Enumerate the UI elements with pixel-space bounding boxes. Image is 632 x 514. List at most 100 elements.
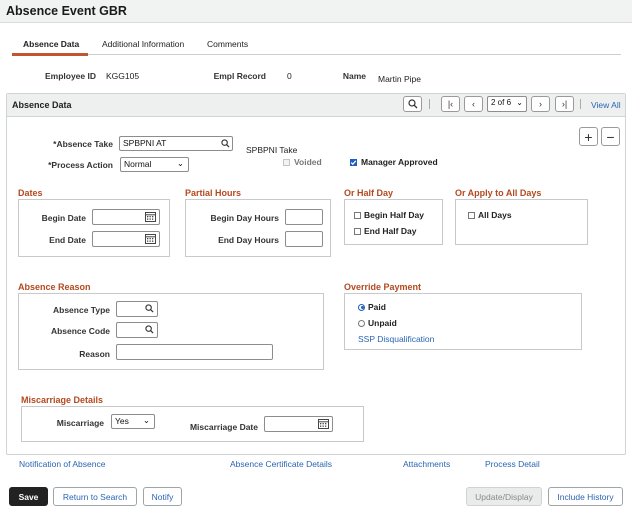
unpaid-label: Unpaid [368,318,397,328]
begin-day-hours-input[interactable] [285,209,323,225]
view-all-link[interactable]: View All [591,100,621,110]
update-display-button[interactable]: Update/Display [466,487,542,506]
absence-take-input[interactable]: SPBPNI AT [119,136,233,151]
all-days-box [455,199,588,245]
unpaid-radio-wrap: Unpaid [358,318,397,328]
reason-label: Reason [79,349,110,359]
reason-input[interactable] [116,344,273,360]
first-page-icon: |‹ [447,99,454,109]
minus-icon: − [606,128,615,145]
end-half-day-wrap: End Half Day [354,226,416,236]
add-row-button[interactable]: + [579,127,598,146]
begin-half-day-wrap: Begin Half Day [354,210,424,220]
manager-approved-label: Manager Approved [361,157,438,167]
return-to-search-button[interactable]: Return to Search [53,487,137,506]
end-half-day-label: End Half Day [364,226,417,236]
miscarriage-select[interactable]: Yes ⌄ [111,414,155,429]
begin-date-label: Begin Date [41,213,86,223]
miscarriage-label: Miscarriage [56,418,104,428]
row-selector-value: 2 of 6 [491,98,512,107]
lookup-icon[interactable] [145,325,154,334]
partial-hours-heading: Partial Hours [185,188,242,198]
tab-absence-data[interactable]: Absence Data [23,39,79,49]
tab-divider [12,54,621,55]
absence-type-label: Absence Type [52,305,110,315]
attachments-link[interactable]: Attachments [403,459,450,469]
search-icon [407,99,418,109]
process-action-value: Normal [124,159,152,169]
process-action-select[interactable]: Normal ⌄ [120,157,189,172]
chevron-left-icon: ‹ [472,99,475,109]
notify-button[interactable]: Notify [143,487,182,506]
delete-row-button[interactable]: − [601,127,620,146]
nav-separator [429,99,430,109]
absence-reason-heading: Absence Reason [18,282,91,292]
active-tab-indicator [12,53,88,56]
end-date-label: End Date [49,235,86,245]
last-page-icon: ›| [561,99,568,109]
chevron-down-icon: ⌄ [142,415,150,425]
paid-radio-wrap: Paid [358,302,386,312]
unpaid-radio[interactable] [358,319,365,327]
absence-take-label: *Absence Take [53,139,113,149]
process-detail-link[interactable]: Process Detail [485,459,540,469]
chevron-down-icon: ⌄ [516,98,523,107]
absence-certificate-details-link[interactable]: Absence Certificate Details [230,459,332,469]
all-days-checkbox[interactable] [468,211,475,219]
begin-half-day-checkbox[interactable] [354,211,361,219]
name-label: Name [342,71,366,81]
tab-comments[interactable]: Comments [207,39,248,49]
lookup-icon[interactable] [145,304,154,313]
override-payment-heading: Override Payment [344,282,422,292]
next-button[interactable]: › [531,96,550,112]
empl-record-value: 0 [287,71,292,81]
end-day-hours-label: End Day Hours [218,235,279,245]
notification-of-absence-link[interactable]: Notification of Absence [19,459,105,469]
all-days-wrap: All Days [468,210,512,220]
employee-id-label: Employee ID [44,71,96,81]
calendar-icon[interactable] [145,211,156,222]
previous-button[interactable]: ‹ [464,96,483,112]
begin-day-hours-label: Begin Day Hours [210,213,280,223]
chevron-down-icon: ⌄ [176,158,184,168]
manager-approved-checkbox[interactable] [350,158,357,166]
first-button[interactable]: |‹ [441,96,460,112]
plus-icon: + [584,128,593,145]
voided-checkbox-wrap: Voided [283,157,322,167]
voided-checkbox[interactable] [283,158,290,166]
partial-hours-box [185,199,331,257]
miscarriage-value: Yes [115,416,129,426]
absence-take-value: SPBPNI AT [123,138,167,148]
voided-label: Voided [294,157,322,167]
end-half-day-checkbox[interactable] [354,227,361,235]
save-button[interactable]: Save [9,487,48,506]
tab-additional-information[interactable]: Additional Information [102,39,184,49]
chevron-right-icon: › [539,99,542,109]
row-selector[interactable]: 2 of 6 ⌄ [487,96,527,112]
include-history-button[interactable]: Include History [548,487,623,506]
paid-radio[interactable] [358,303,365,311]
absence-take-description: SPBPNI Take [246,145,298,155]
panel-title: Absence Data [12,100,72,110]
dates-box [18,199,170,257]
calendar-icon[interactable] [318,418,329,429]
lookup-icon[interactable] [221,139,230,148]
paid-label: Paid [368,302,386,312]
half-day-heading: Or Half Day [344,188,394,198]
calendar-icon[interactable] [145,233,156,244]
half-day-box [344,199,443,245]
search-button[interactable] [403,96,422,112]
last-button[interactable]: ›| [555,96,574,112]
page-title: Absence Event GBR [6,4,127,18]
end-day-hours-input[interactable] [285,231,323,247]
page-header: Absence Event GBR [0,0,632,23]
empl-record-label: Empl Record [213,71,266,81]
all-days-label: All Days [478,210,512,220]
manager-approved-wrap: Manager Approved [350,157,438,167]
ssp-disqualification-link[interactable]: SSP Disqualification [358,334,434,344]
absence-code-label: Absence Code [50,326,110,336]
dates-heading: Dates [18,188,43,198]
nav-separator [580,99,581,109]
process-action-label: *Process Action [48,160,113,170]
miscarriage-heading: Miscarriage Details [21,395,104,405]
